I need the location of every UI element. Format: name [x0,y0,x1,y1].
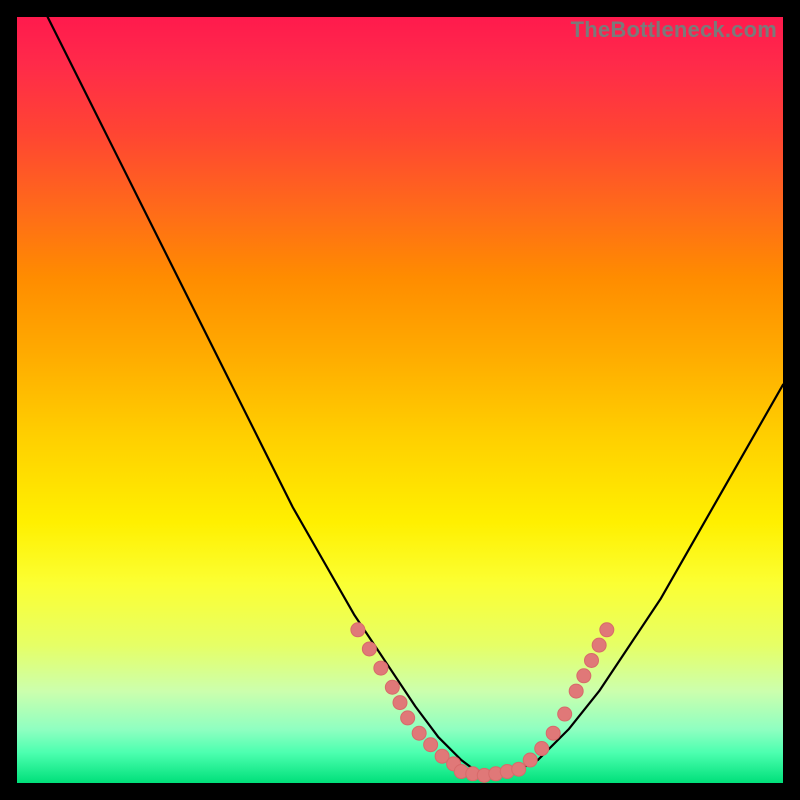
curve-line [48,17,783,775]
data-markers [351,623,614,783]
chart-svg [17,17,783,783]
plot-area: TheBottleneck.com [17,17,783,783]
chart-frame: TheBottleneck.com [0,0,800,800]
